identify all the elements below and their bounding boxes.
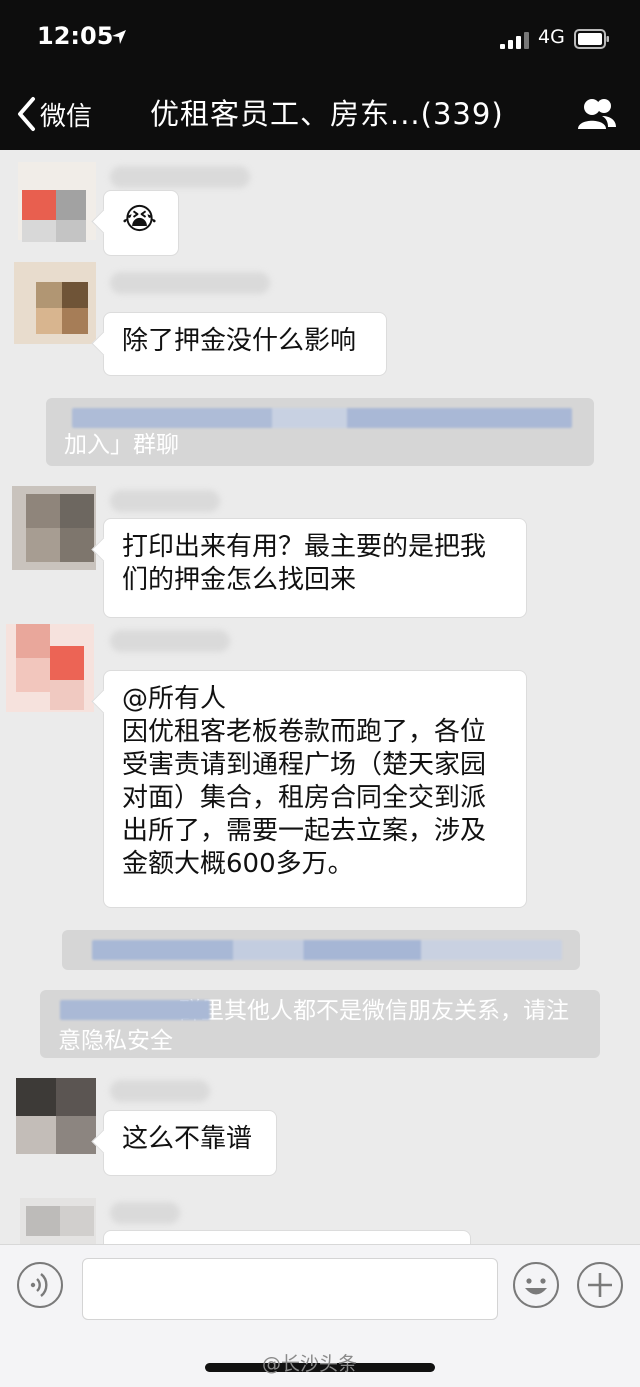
message-text-line: @所有人 [122, 684, 227, 714]
message-bubble[interactable]: 除了押金没什么影响 [103, 312, 387, 376]
watermark: @长沙头条 [262, 1353, 358, 1375]
chat-title: 优租客员工、房东...(339) [150, 97, 504, 131]
sender-name [110, 630, 230, 652]
message-text-line: 受害责请到通程广场（楚天家园 [122, 750, 487, 780]
message-bubble[interactable]: 打印出来有用？最主要的是把我 们的押金怎么找回来 [103, 518, 527, 618]
back-button[interactable]: 微信 [16, 94, 116, 134]
message-text-line: 金额大概600多万。 [122, 849, 354, 879]
redacted-names [92, 940, 562, 960]
location-arrow-icon [112, 30, 126, 44]
message-text: 除了押金没什么影响 [122, 326, 357, 356]
message-bubble[interactable]: 这么不靠谱 [103, 1110, 277, 1176]
message-input[interactable] [82, 1258, 498, 1320]
message-text: 这么不靠谱 [122, 1124, 253, 1154]
network-type: 4G [538, 26, 565, 48]
avatar[interactable] [14, 262, 96, 344]
avatar[interactable] [6, 624, 94, 712]
message-text-line: 打印出来有用？最主要的是把我 [122, 532, 487, 562]
redacted-names [72, 408, 572, 428]
message-text-line: 因优租客老板卷款而跑了，各位 [122, 717, 487, 747]
message-text-line: 出所了，需要一起去立案，涉及 [122, 816, 487, 846]
sender-name [110, 272, 270, 294]
redacted-names [60, 1000, 210, 1020]
group-members-icon[interactable] [576, 96, 618, 132]
message-bubble[interactable] [103, 1230, 471, 1244]
message-list[interactable]: 😭 除了押金没什么影响 加入」群聊 打印出来有用？最主要的是把我 们的押金怎么找… [0, 150, 640, 1244]
crying-laughing-emoji: 😭 [122, 202, 158, 237]
message-text-line: 对面）集合，租房合同全交到派 [122, 783, 487, 813]
sender-name [110, 166, 250, 188]
nav-bar: 微信 优租客员工、房东...(339) [0, 80, 640, 150]
status-bar: 12:05 4G [0, 0, 640, 80]
chevron-left-icon [18, 97, 35, 131]
system-notice: 加入」群聊 [46, 398, 594, 466]
privacy-notice-line: 意隐私安全 [58, 1028, 173, 1054]
sender-name [110, 490, 220, 512]
avatar[interactable] [20, 1198, 98, 1244]
avatar[interactable] [18, 162, 96, 242]
system-notice-text: 加入」群聊 [64, 432, 179, 458]
message-text-line: 们的押金怎么找回来 [122, 565, 357, 595]
battery-icon [574, 29, 609, 49]
message-bubble[interactable]: @所有人 因优租客老板卷款而跑了，各位 受害责请到通程广场（楚天家园 对面）集合… [103, 670, 527, 908]
message-bubble[interactable]: 😭 [103, 190, 179, 256]
system-notice [62, 930, 580, 970]
status-time: 12:05 [37, 22, 114, 50]
sender-name [110, 1080, 210, 1102]
input-bar: @长沙头条 [0, 1244, 640, 1387]
back-label: 微信 [40, 101, 93, 132]
avatar[interactable] [12, 486, 96, 570]
sender-name [110, 1202, 180, 1224]
plus-icon[interactable] [576, 1261, 624, 1309]
privacy-notice: 群里其他人都不是微信朋友关系，请注 意隐私安全 [40, 990, 600, 1058]
voice-input-icon[interactable] [16, 1261, 64, 1309]
avatar[interactable] [16, 1078, 96, 1156]
signal-strength-icon [500, 32, 532, 49]
emoji-icon[interactable] [512, 1261, 560, 1309]
